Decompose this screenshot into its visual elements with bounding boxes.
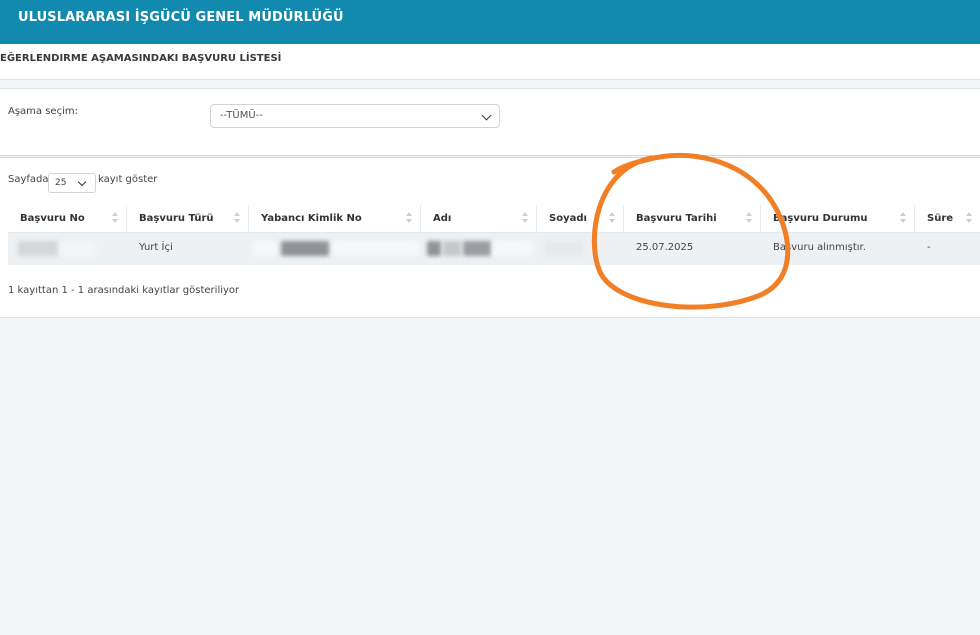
- column-sure[interactable]: Süre: [915, 205, 980, 233]
- cell-soyadi: [537, 233, 624, 265]
- table-header: Başvuru No Başvuru Türü Yabancı Kimlik N…: [8, 205, 980, 233]
- stage-select-label: Aşama seçim:: [8, 106, 78, 117]
- sort-icon: [112, 212, 118, 225]
- cell-value: 25.07.2025: [636, 242, 694, 253]
- app-title: ULUSLARARASI İŞGÜCÜ GENEL MÜDÜRLÜĞÜ: [18, 10, 344, 25]
- column-label: Başvuru No: [20, 213, 85, 224]
- application-list-panel: Sayfada 25 kayıt göster Başvuru No Başvu…: [0, 157, 980, 318]
- cell-basvuru-tarihi: 25.07.2025: [624, 233, 761, 265]
- column-basvuru-tarihi[interactable]: Başvuru Tarihi: [624, 205, 761, 233]
- cell-basvuru-turu: Yurt İçi: [127, 233, 249, 265]
- column-label: Başvuru Tarihi: [636, 213, 717, 224]
- page-size-value: 25: [55, 178, 67, 188]
- cell-kimlik-no: [249, 233, 421, 265]
- cell-sure: -: [915, 233, 980, 265]
- column-label: Soyadı: [549, 213, 587, 224]
- panel-title: EĞERLENDIRME AŞAMASINDAKI BAŞVURU LİSTES…: [0, 53, 282, 64]
- app-header: ULUSLARARASI İŞGÜCÜ GENEL MÜDÜRLÜĞÜ: [0, 0, 980, 44]
- panel-header: EĞERLENDIRME AŞAMASINDAKI BAŞVURU LİSTES…: [0, 44, 980, 80]
- stage-select-value: --TÜMÜ--: [220, 110, 263, 121]
- redacted-value: [60, 241, 96, 256]
- sort-icon: [966, 212, 972, 225]
- redacted-value: [545, 241, 583, 256]
- column-basvuru-no[interactable]: Başvuru No: [8, 205, 127, 233]
- filter-panel: Aşama seçim: --TÜMÜ--: [0, 88, 980, 156]
- redacted-value: [493, 241, 533, 256]
- sort-icon: [900, 212, 906, 225]
- redacted-value: [463, 241, 491, 256]
- column-soyadi[interactable]: Soyadı: [537, 205, 624, 233]
- pagination-info: 1 kayıttan 1 - 1 arasındaki kayıtlar gös…: [8, 285, 240, 296]
- column-adi[interactable]: Adı: [421, 205, 537, 233]
- applications-table: Başvuru No Başvuru Türü Yabancı Kimlik N…: [8, 205, 980, 265]
- page-size-prefix: Sayfada: [8, 174, 49, 185]
- cell-basvuru-durumu: Başvuru alınmıştır.: [761, 233, 915, 265]
- cell-value: -: [927, 242, 931, 253]
- column-label: Süre: [927, 213, 954, 224]
- sort-icon: [746, 212, 752, 225]
- sort-icon: [406, 212, 412, 225]
- sort-icon: [234, 212, 240, 225]
- column-label: Başvuru Türü: [139, 213, 214, 224]
- redacted-value: [333, 241, 419, 256]
- column-basvuru-durumu[interactable]: Başvuru Durumu: [761, 205, 915, 233]
- column-kimlik-no[interactable]: Yabancı Kimlik No: [249, 205, 421, 233]
- page-size-select[interactable]: 25: [48, 173, 96, 193]
- redacted-value: [443, 241, 461, 256]
- redacted-value: [253, 241, 277, 256]
- page-size-suffix: kayıt göster: [98, 174, 158, 185]
- redacted-value: [18, 241, 58, 256]
- sort-icon: [609, 212, 615, 225]
- cell-value: Yurt İçi: [139, 242, 173, 253]
- redacted-value: [427, 241, 441, 256]
- column-label: Adı: [433, 213, 452, 224]
- sort-icon: [522, 212, 528, 225]
- cell-value: Başvuru alınmıştır.: [773, 242, 866, 253]
- stage-select[interactable]: --TÜMÜ--: [210, 104, 500, 128]
- table-row[interactable]: Yurt İçi 25.07.2025 Başvuru alınmıştır. …: [8, 233, 980, 265]
- cell-basvuru-no: [8, 233, 127, 265]
- column-basvuru-turu[interactable]: Başvuru Türü: [127, 205, 249, 233]
- cell-adi: [421, 233, 537, 265]
- chevron-down-icon: [77, 177, 87, 187]
- column-label: Başvuru Durumu: [773, 213, 868, 224]
- chevron-down-icon: [481, 110, 492, 121]
- column-label: Yabancı Kimlik No: [261, 213, 362, 224]
- redacted-value: [281, 241, 329, 256]
